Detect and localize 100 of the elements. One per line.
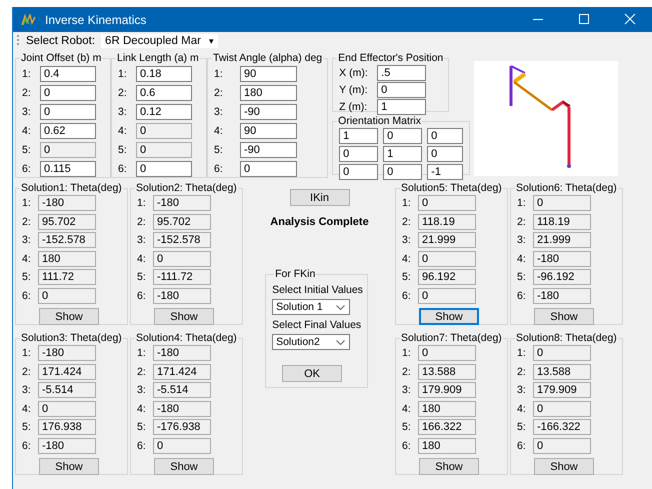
angle-field[interactable]: 0 [38, 288, 96, 304]
solution-dropdown[interactable]: Solution2 [272, 334, 350, 350]
show-button[interactable]: Show [154, 458, 214, 475]
row-index: 1: [517, 197, 527, 210]
angle-field[interactable]: 0 [418, 250, 476, 267]
matrix-field[interactable]: 0 [339, 146, 378, 162]
show-button[interactable]: Show [154, 308, 214, 325]
angle-field[interactable]: 95.702 [153, 214, 211, 230]
row-index: 6: [402, 440, 412, 452]
chevron-icon [336, 304, 346, 310]
angle-field[interactable]: 96.192 [418, 269, 476, 286]
show-button[interactable]: Show [39, 308, 99, 325]
angle-field[interactable]: 0 [153, 438, 211, 454]
row-index: 3: [22, 234, 32, 246]
solution-dropdown[interactable]: Solution 1 [272, 299, 350, 315]
angle-field[interactable]: -180 [38, 345, 96, 362]
angle-field[interactable]: 95.702 [38, 214, 96, 230]
angle-field[interactable]: 179.909 [533, 382, 591, 398]
ok-button[interactable]: OK [282, 365, 342, 382]
group-title: Twist Angle (alpha) deg [212, 52, 324, 64]
angle-field[interactable]: 0 [38, 400, 96, 417]
matrix-field[interactable]: 0 [383, 128, 422, 144]
input-field[interactable]: 0.115 [40, 160, 96, 176]
show-button[interactable]: Show [534, 308, 594, 325]
angle-field[interactable]: -180 [153, 400, 211, 417]
show-button[interactable]: Show [39, 458, 99, 475]
input-field[interactable]: 180 [240, 84, 297, 100]
row-index: 6: [22, 440, 32, 452]
angle-field[interactable]: 0 [418, 195, 476, 212]
angle-field[interactable]: 180 [418, 400, 476, 417]
angle-field[interactable]: 21.999 [418, 232, 476, 248]
input-field[interactable]: 0.62 [40, 122, 96, 138]
angle-field[interactable]: 13.588 [418, 364, 476, 380]
matrix-field[interactable]: 0 [427, 146, 464, 162]
row-index: 1: [214, 68, 224, 80]
angle-field[interactable]: -111.72 [153, 269, 211, 286]
input-field[interactable]: 90 [240, 122, 297, 138]
angle-field[interactable]: 0 [418, 345, 476, 362]
input-field[interactable]: 0 [40, 104, 96, 120]
angle-field[interactable]: -180 [38, 195, 96, 212]
input-field[interactable]: 0.4 [40, 66, 96, 82]
angle-field[interactable]: -180 [533, 250, 591, 267]
input-field[interactable]: -90 [240, 142, 297, 158]
angle-field[interactable]: 0 [418, 288, 476, 304]
input-field[interactable]: 0 [136, 160, 192, 176]
angle-field[interactable]: -5.514 [38, 382, 96, 398]
input-field[interactable]: -90 [240, 104, 297, 120]
matrix-field[interactable]: 0 [427, 128, 464, 144]
angle-field[interactable]: 0 [533, 195, 591, 212]
angle-field[interactable]: 0 [533, 438, 591, 454]
input-field[interactable]: 0 [377, 82, 426, 98]
angle-field[interactable]: -5.514 [153, 382, 211, 398]
matrix-field[interactable]: 1 [383, 146, 422, 162]
matrix-field[interactable]: 0 [383, 164, 422, 180]
angle-field[interactable]: -180 [153, 288, 211, 304]
angle-field[interactable]: 21.999 [533, 232, 591, 248]
angle-field[interactable]: 0 [153, 250, 211, 267]
angle-field[interactable]: -152.578 [153, 232, 211, 248]
angle-field[interactable]: -166.322 [533, 419, 591, 436]
angle-field[interactable]: 0 [533, 345, 591, 362]
angle-field[interactable]: 180 [418, 438, 476, 454]
angle-field[interactable]: 176.938 [38, 419, 96, 436]
matrix-field[interactable]: -1 [427, 164, 464, 180]
angle-field[interactable]: -180 [38, 438, 96, 454]
matrix-field[interactable]: 0 [339, 164, 378, 180]
input-field[interactable]: 0 [240, 160, 297, 176]
angle-field[interactable]: -180 [153, 345, 211, 362]
ikin-button[interactable]: IKin [290, 189, 350, 206]
angle-field[interactable]: 171.424 [153, 364, 211, 380]
input-field[interactable]: 0.6 [136, 84, 192, 100]
input-field[interactable]: 0 [40, 84, 96, 100]
show-button[interactable]: Show [534, 458, 594, 475]
row-index: 3: [118, 106, 128, 118]
row-index: 1: [137, 197, 147, 210]
show-button[interactable]: Show [419, 308, 479, 325]
angle-field[interactable]: 166.322 [418, 419, 476, 436]
angle-field[interactable]: -180 [533, 288, 591, 304]
input-field[interactable]: 90 [240, 66, 297, 82]
angle-field[interactable]: -152.578 [38, 232, 96, 248]
angle-field[interactable]: 111.72 [38, 269, 96, 286]
robot-dropdown[interactable]: 6R Decoupled Mar ▾ [101, 34, 218, 48]
angle-field[interactable]: -96.192 [533, 269, 591, 286]
show-button[interactable]: Show [419, 458, 479, 475]
angle-field[interactable]: 118.19 [533, 214, 591, 230]
angle-field[interactable]: 179.909 [418, 382, 476, 398]
input-field[interactable]: 0.12 [136, 104, 192, 120]
angle-field[interactable]: 118.19 [418, 214, 476, 230]
input-field[interactable]: 1 [377, 98, 426, 114]
row-index: 4: [402, 252, 412, 265]
row-index: 2: [22, 216, 32, 228]
row-index: 1: [517, 347, 527, 360]
angle-field[interactable]: 0 [533, 400, 591, 417]
angle-field[interactable]: 13.588 [533, 364, 591, 380]
angle-field[interactable]: 180 [38, 250, 96, 267]
angle-field[interactable]: 171.424 [38, 364, 96, 380]
angle-field[interactable]: -180 [153, 195, 211, 212]
input-field[interactable]: .5 [377, 64, 426, 80]
input-field[interactable]: 0.18 [136, 66, 192, 82]
matrix-field[interactable]: 1 [339, 128, 378, 144]
angle-field[interactable]: -176.938 [153, 419, 211, 436]
